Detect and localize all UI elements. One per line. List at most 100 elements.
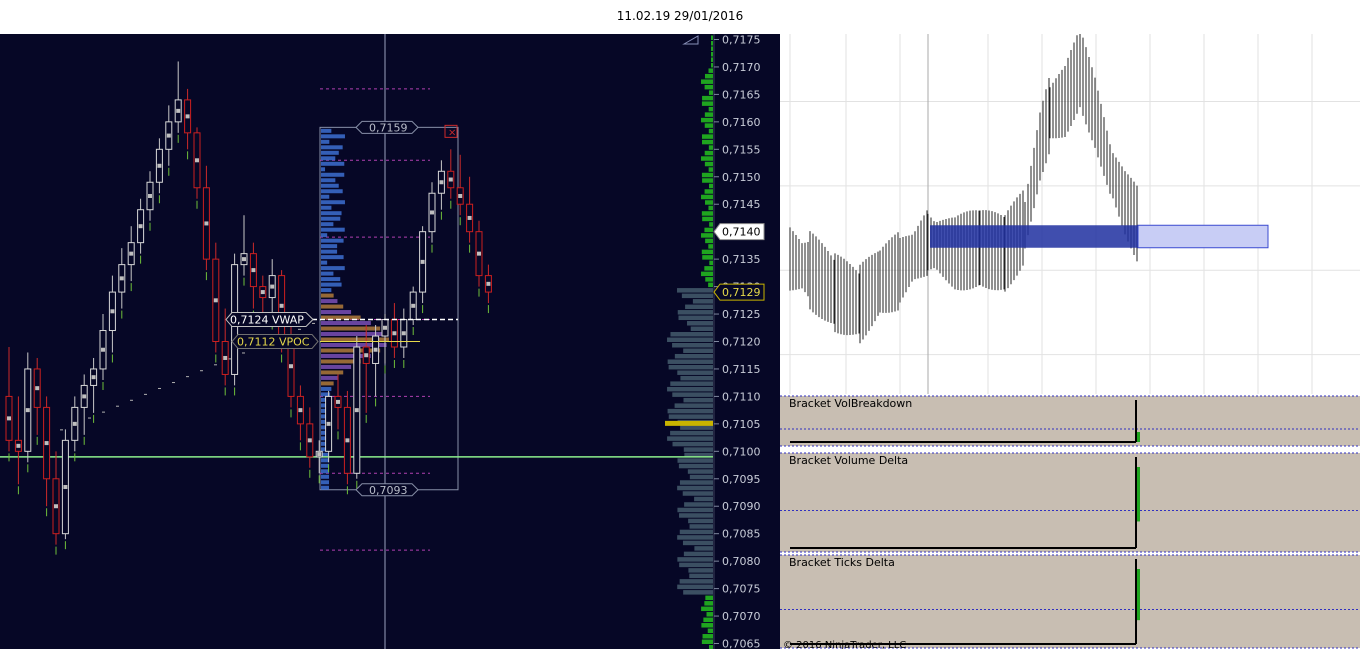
candle-tick-marker [345,438,350,443]
volume-profile-bar [321,332,387,337]
ladder-volume-bar [702,95,713,101]
right-chart-background [780,34,1360,394]
volume-profile-bar [321,304,344,309]
y-tick-label: 0,7065 [722,638,761,649]
ladder-volume-bar [677,557,713,562]
candle-tick-marker [176,108,181,113]
candle-tick-marker [270,284,275,289]
ladder-volume-bar [701,134,713,139]
ladder-volume-bar [667,359,713,364]
candle-tick-marker [204,221,209,226]
candle-tick-marker [486,281,491,286]
y-tick-label: 0,7075 [722,583,761,596]
main-price-chart[interactable]: 0,7124 VWAP 0,7112 VPOC 0,7159 0,7093 × 0,71… [0,34,780,649]
candle-tick-marker [91,375,96,380]
indicator-title: Bracket VolBreakdown [789,397,912,410]
ladder-volume-bar [701,211,713,216]
volume-profile-bar [321,172,345,177]
volume-profile-bar [321,288,332,293]
ladder-volume-bar [687,469,713,474]
timestamp: 11.02.19 29/01/2016 [616,9,744,23]
vwap-trail-dot [116,405,119,407]
ladder-volume-bar [701,639,713,645]
ladder-volume-bar [677,288,713,293]
candle-tick-marker [279,303,284,308]
candle-tick-marker [467,215,472,220]
vwap-trail-dot [242,352,245,354]
ladder-volume-bar [708,68,713,73]
ladder-volume-bar [674,353,713,359]
y-tick-label: 0,7145 [722,198,761,211]
ladder-volume-bar [701,117,713,123]
ladder-volume-bar [709,222,713,227]
volume-profile-bar [321,238,344,243]
candle-tick-marker [72,421,77,426]
vwap-trail-dot [214,364,217,366]
candle-tick-marker [364,353,369,358]
volume-profile-bar [321,326,381,331]
candle-tick-marker [383,325,387,330]
ladder-volume-bar [689,573,713,579]
candle-tick-marker [458,193,463,198]
ladder-volume-bar [701,172,713,178]
close-x-icon[interactable]: × [448,127,456,138]
highlight-price-label: 0,7129 [722,286,761,299]
ladder-volume-bar [685,304,713,310]
volume-profile-bar [321,156,336,161]
ladder-volume-bar [702,216,713,222]
candle-tick-marker [119,276,124,281]
ladder-volume-bar [694,496,713,502]
vwap-trail-dot [312,322,315,324]
vwap-label: 0,7124 VWAP [230,314,304,327]
ladder-volume-bar [711,51,713,57]
vwap-trail-dot [60,429,63,431]
ladder-volume-bar [679,513,713,518]
ladder-volume-bar [701,623,713,628]
candle-tick-marker [260,290,265,295]
candle-tick-marker [138,224,143,229]
ladder-volume-bar [701,79,713,84]
volume-profile-bar [321,271,334,276]
y-tick-label: 0,7110 [722,390,761,403]
ladder-volume-bar [701,271,713,277]
bracket-level-box [1137,224,1269,249]
range-high-label: 0,7159 [369,121,408,134]
ladder-volume-bar [684,502,713,507]
candle-tick-marker [317,452,322,457]
volume-profile-bar [321,266,345,271]
ladder-volume-bar [677,458,713,463]
candle-tick-marker [242,257,246,262]
candle-tick-marker [298,408,303,413]
y-tick-label: 0,7135 [722,253,761,266]
ladder-volume-bar [702,178,713,183]
ladder-volume-bar [692,299,713,304]
ladder-volume-bar [711,40,713,46]
indicator-title: Bracket Volume Delta [789,454,908,467]
ladder-volume-bar [680,425,713,430]
vwap-trail-dot [186,376,189,378]
ladder-volume-bar [704,161,713,167]
right-panel: Bracket VolBreakdown Bracket Volume Delta… [780,34,1360,649]
volume-profile-bar [321,205,332,210]
ladder-volume-bar [677,507,713,513]
ladder-volume-bar [677,370,713,375]
volume-profile-bar [321,222,334,227]
candle-tick-marker [373,347,378,352]
ladder-volume-bar [678,315,713,321]
ladder-volume-bar [678,463,713,469]
ladder-volume-bar [701,101,713,106]
ladder-volume-bar [701,606,713,612]
candle-tick-marker [411,303,416,308]
ladder-volume-bar [708,145,713,150]
volume-profile-bar [321,161,345,166]
candle-tick-marker [251,268,256,273]
vpoc-label: 0,7112 VPOC [237,336,310,349]
vwap-trail-dot [102,411,105,413]
y-tick-label: 0,7125 [722,308,761,321]
ladder-volume-bar [667,436,713,441]
ladder-volume-bar [667,337,713,342]
ladder-volume-bar [704,123,713,128]
y-tick-label: 0,7165 [722,88,761,101]
volume-profile-bar [321,469,329,474]
volume-profile-bar [321,260,328,265]
